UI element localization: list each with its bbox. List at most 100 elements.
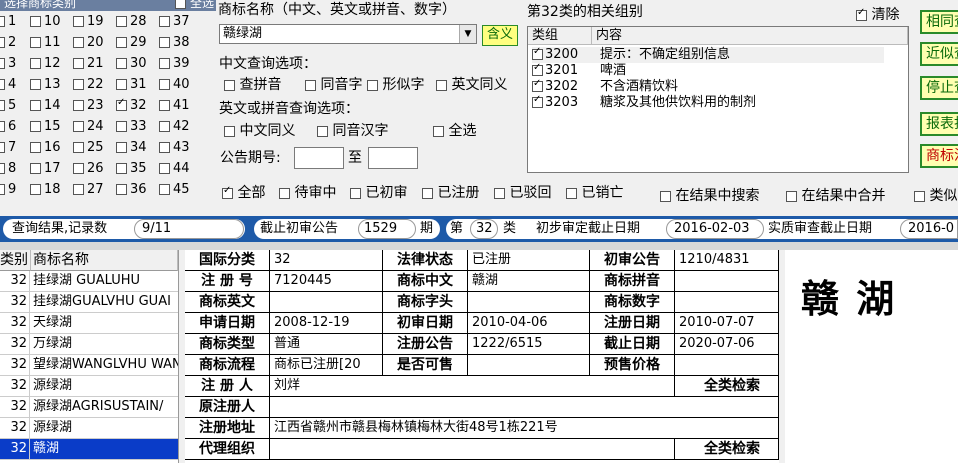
detail-intl-class-v[interactable]: 32 [270, 250, 383, 271]
class-option-2[interactable]: 2 [0, 35, 16, 51]
clear-toggle[interactable]: 清除 [856, 4, 899, 24]
list-item[interactable]: 32 源绿湖AGRISUSTAIN/ [0, 397, 178, 418]
class-checkbox[interactable] [30, 58, 41, 69]
class-option-36[interactable]: 36 [116, 182, 147, 198]
detail-price-v[interactable] [675, 355, 779, 376]
en-checkbox[interactable] [433, 125, 444, 137]
en-option-2[interactable]: 全选 [433, 123, 476, 139]
class-checkbox[interactable] [30, 37, 41, 48]
class-checkbox[interactable] [73, 121, 84, 132]
class-checkbox[interactable] [30, 184, 41, 195]
class-checkbox[interactable] [30, 121, 41, 132]
group-checkbox[interactable] [532, 46, 543, 60]
class-option-8[interactable]: 8 [0, 161, 16, 177]
action-button-0[interactable]: 相同查 [920, 10, 958, 34]
class-option-38[interactable]: 38 [159, 35, 190, 51]
class-option-39[interactable]: 39 [159, 56, 190, 72]
action-button-4[interactable]: 商标注 [920, 144, 958, 168]
detail-flow-v[interactable]: 商标已注册[20 [270, 355, 383, 376]
status-checkbox[interactable] [566, 187, 577, 199]
detail-expire-v[interactable]: 2020-07-06 [675, 334, 779, 355]
class-option-44[interactable]: 44 [159, 161, 190, 177]
status-filter-4[interactable]: 已驳回 [494, 185, 551, 201]
group-row[interactable]: 3202 不含酒精饮料 [532, 78, 678, 95]
class-checkbox[interactable] [116, 184, 127, 195]
class-checkbox[interactable] [116, 37, 127, 48]
status-filter-5[interactable]: 已销亡 [566, 185, 623, 201]
class-checkbox[interactable] [116, 97, 127, 111]
class-checkbox[interactable] [159, 16, 170, 27]
cn-option-1[interactable]: 同音字 [305, 77, 362, 93]
class-checkbox[interactable] [159, 100, 170, 111]
class-checkbox[interactable] [116, 163, 127, 174]
class-option-22[interactable]: 22 [73, 77, 104, 93]
cn-option-3[interactable]: 英文同义 [436, 77, 507, 93]
class-checkbox[interactable] [30, 16, 41, 27]
detail-address-v[interactable]: 江西省赣州市赣县梅林镇梅林大街48号1栋221号 [270, 418, 779, 439]
class-option-3[interactable]: 3 [0, 56, 16, 72]
class-option-17[interactable]: 17 [30, 161, 61, 177]
class-checkbox[interactable] [0, 163, 5, 174]
class-option-23[interactable]: 23 [73, 98, 104, 114]
class-option-45[interactable]: 45 [159, 182, 190, 198]
group-checkbox[interactable] [532, 94, 543, 108]
class-checkbox[interactable] [30, 163, 41, 174]
status-checkbox[interactable] [350, 187, 361, 199]
trademark-name-input[interactable]: 赣绿湖 ▼ [219, 24, 477, 44]
class-option-7[interactable]: 7 [0, 140, 16, 156]
class-option-21[interactable]: 21 [73, 56, 104, 72]
en-option-1[interactable]: 同音汉字 [317, 123, 388, 139]
cn-checkbox[interactable] [224, 79, 235, 91]
meaning-button[interactable]: 含义 [482, 25, 518, 46]
class-option-10[interactable]: 10 [30, 14, 61, 30]
clear-checkbox[interactable] [856, 7, 867, 21]
class-option-13[interactable]: 13 [30, 77, 61, 93]
cn-checkbox[interactable] [367, 79, 378, 91]
list-item[interactable]: 32 源绿湖 [0, 376, 178, 397]
list-item[interactable]: 32 挂绿湖 GUALUHU [0, 271, 178, 292]
class-option-26[interactable]: 26 [73, 161, 104, 177]
class-checkbox[interactable] [73, 37, 84, 48]
status-checkbox[interactable] [494, 187, 505, 199]
class-checkbox[interactable] [116, 58, 127, 69]
class-checkbox[interactable] [159, 79, 170, 90]
class-checkbox[interactable] [116, 16, 127, 27]
status-checkbox[interactable] [422, 187, 433, 199]
merge-in-results[interactable]: 在结果中合并 [786, 185, 885, 205]
class-option-28[interactable]: 28 [116, 14, 147, 30]
class-checkbox[interactable] [159, 163, 170, 174]
status-filter-1[interactable]: 待审中 [279, 185, 336, 201]
class-option-31[interactable]: 31 [116, 77, 147, 93]
class-option-37[interactable]: 37 [159, 14, 190, 30]
class-checkbox[interactable] [73, 142, 84, 153]
class-option-19[interactable]: 19 [73, 14, 104, 30]
class-checkbox[interactable] [30, 100, 41, 111]
class-checkbox[interactable] [0, 121, 5, 132]
status-checkbox[interactable] [279, 187, 290, 199]
class-option-25[interactable]: 25 [73, 140, 104, 156]
en-checkbox[interactable] [317, 125, 328, 137]
class-option-29[interactable]: 29 [116, 35, 147, 51]
list-item[interactable]: 32 万绿湖 [0, 334, 178, 355]
class-option-32[interactable]: 32 [116, 97, 147, 114]
group-checkbox[interactable] [532, 62, 543, 76]
detail-head-v[interactable] [468, 292, 590, 313]
class-option-20[interactable]: 20 [73, 35, 104, 51]
period-to-input[interactable] [368, 147, 418, 169]
class-option-5[interactable]: 5 [0, 98, 16, 114]
status-checkbox[interactable] [222, 185, 233, 199]
group-row[interactable]: 3203 糖浆及其他供饮料用的制剂 [532, 94, 756, 111]
class-checkbox[interactable] [116, 121, 127, 132]
similar-checkbox[interactable] [914, 190, 925, 202]
class-checkbox[interactable] [30, 79, 41, 90]
group-row[interactable]: 3201 啤酒 [532, 62, 626, 79]
detail-pinyin-v[interactable] [675, 271, 779, 292]
class-option-4[interactable]: 4 [0, 77, 16, 93]
detail-apply-v[interactable]: 2008-12-19 [270, 313, 383, 334]
class-option-40[interactable]: 40 [159, 77, 190, 93]
class-checkbox[interactable] [0, 16, 5, 27]
action-button-1[interactable]: 近似查 [920, 42, 958, 66]
en-checkbox[interactable] [224, 125, 235, 137]
action-button-3[interactable]: 报表打 [920, 112, 958, 136]
detail-registrant-v[interactable]: 刘烊 [270, 376, 675, 397]
